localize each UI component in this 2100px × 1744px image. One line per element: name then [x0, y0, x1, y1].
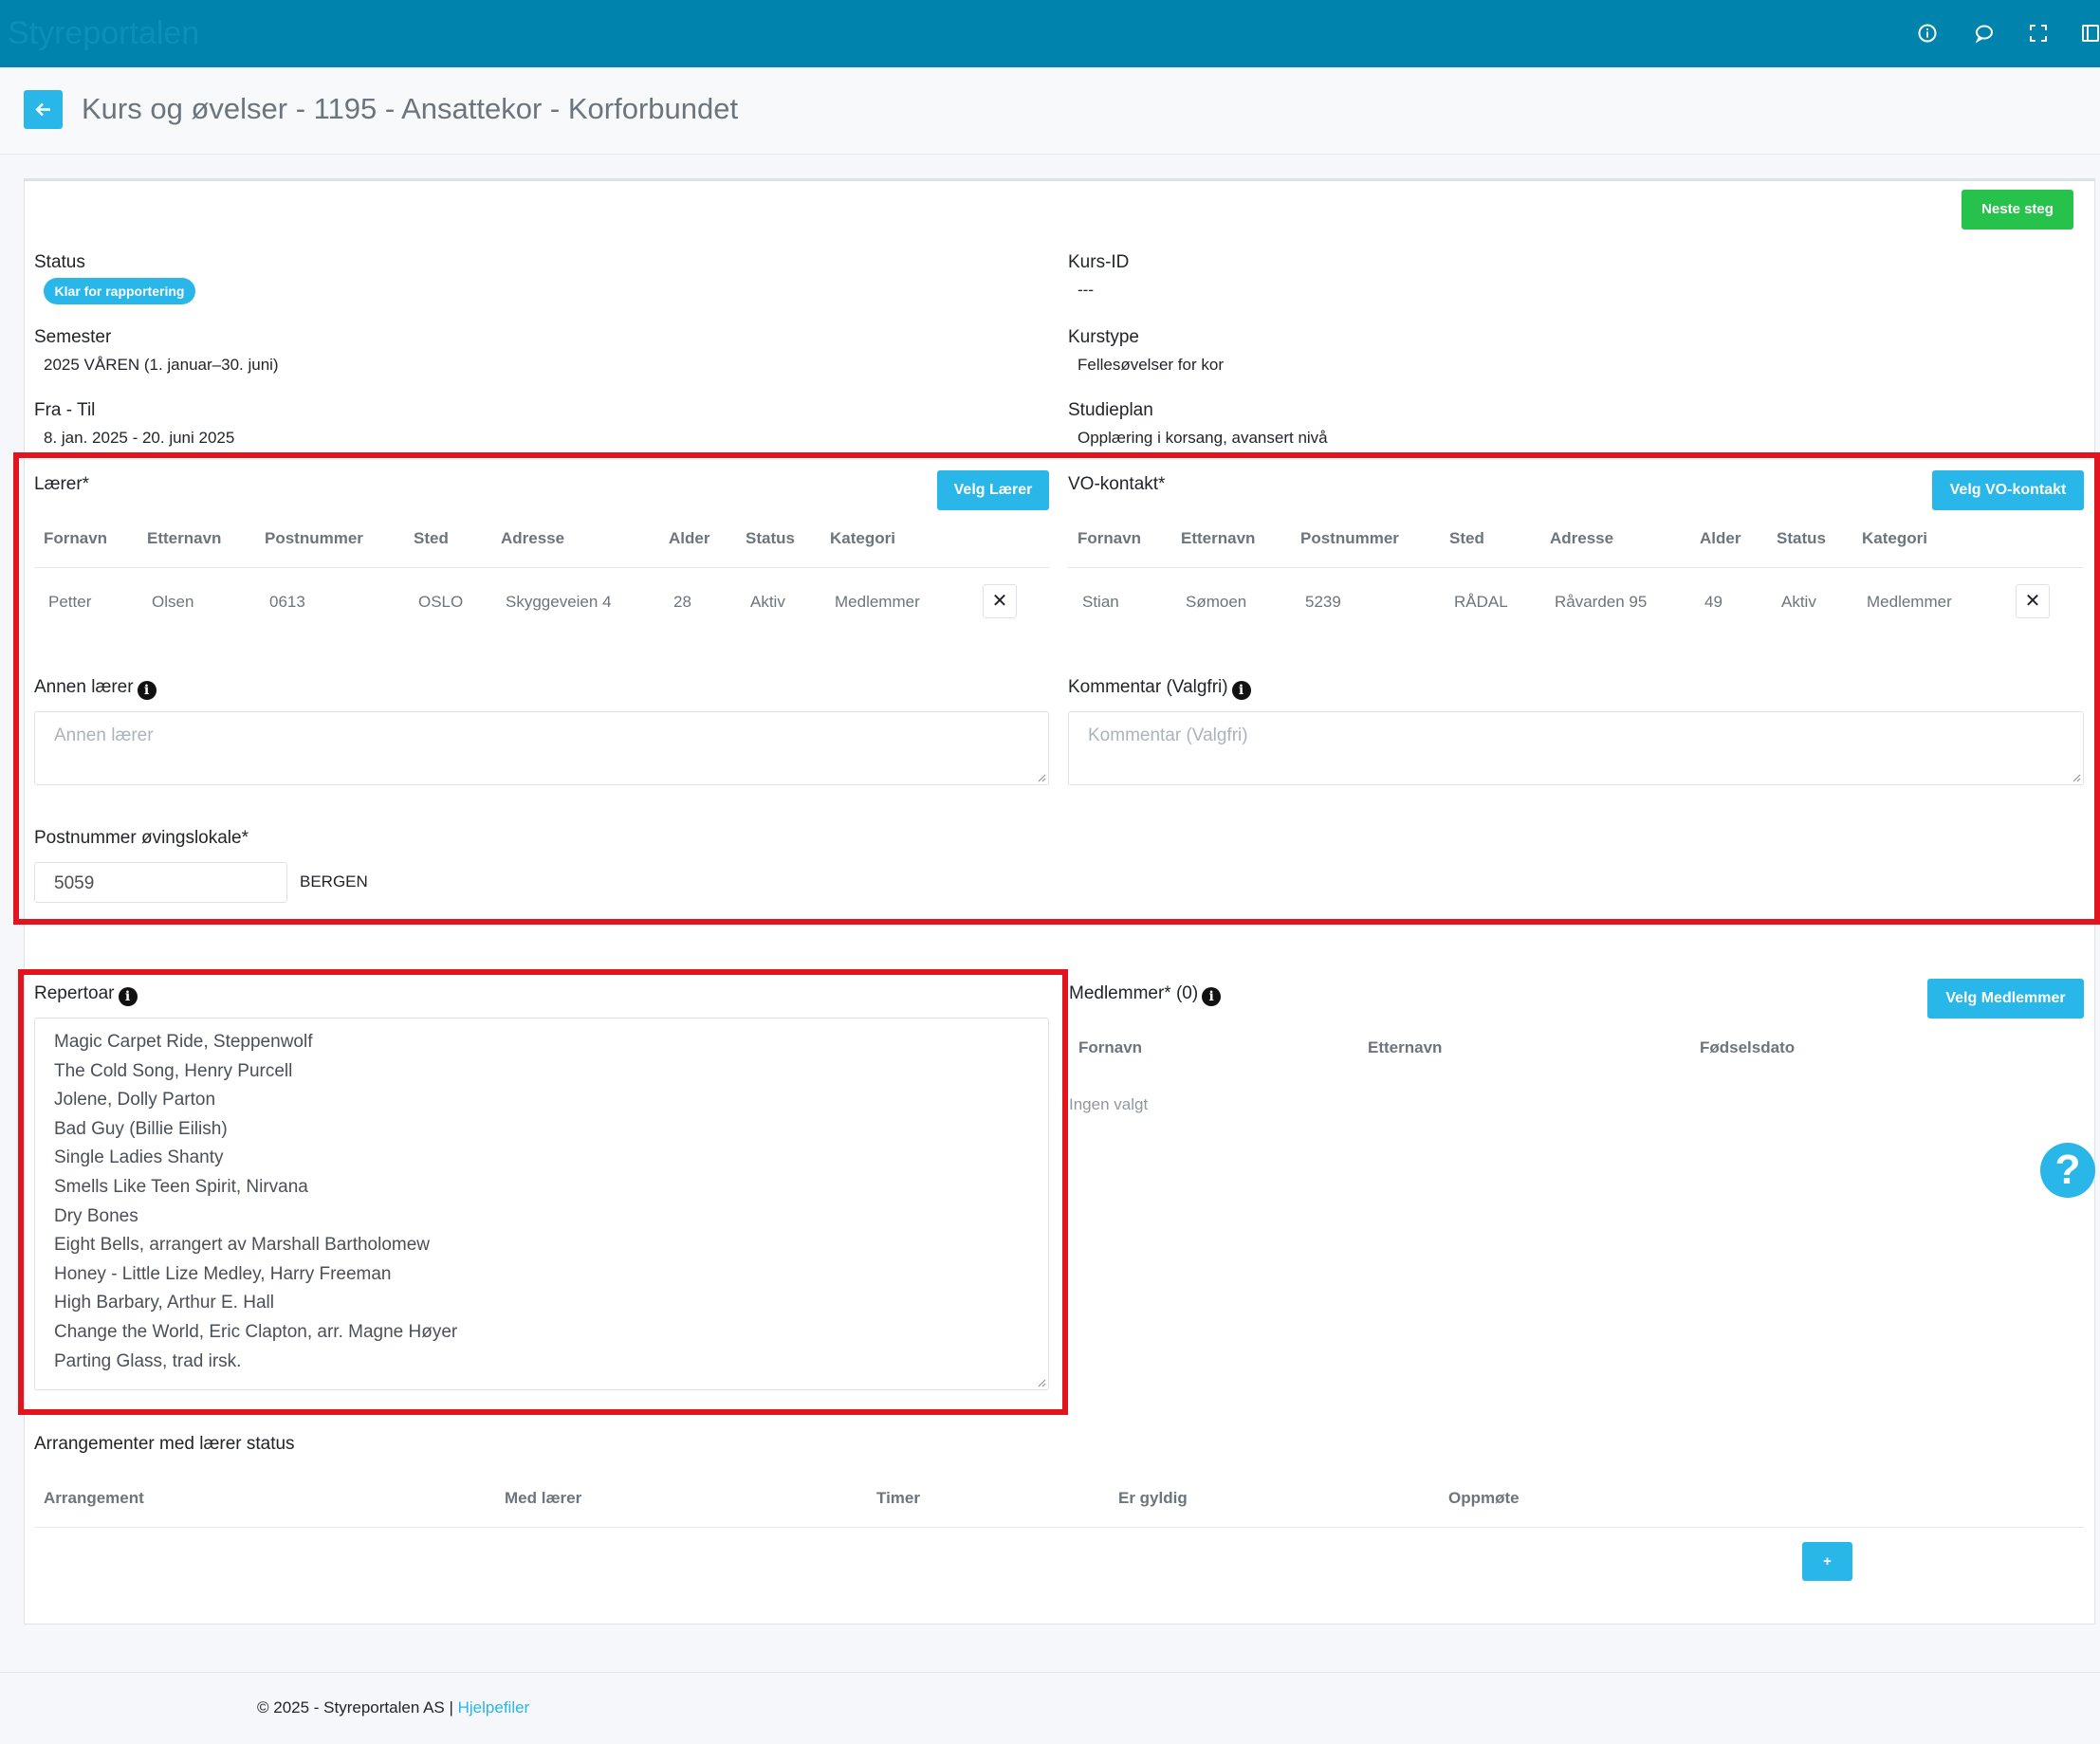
divider [34, 1527, 2084, 1528]
fullscreen-icon[interactable] [2028, 23, 2051, 46]
kurstype-label: Kurstype [1068, 327, 1139, 347]
arrow-left-icon [35, 102, 50, 117]
arr-col-oppmote: Oppmøte [1448, 1489, 1520, 1507]
members-label: Medlemmer* (0) i [1069, 983, 1222, 1006]
sidebar-toggle-icon[interactable] [2080, 23, 2100, 46]
status-label: Status [34, 252, 85, 272]
help-icon[interactable]: ? [2040, 1143, 2095, 1198]
arrangements-label: Arrangementer med lærer status [34, 1434, 295, 1454]
info-icon[interactable] [1917, 23, 1940, 46]
top-navbar: Styreportalen [0, 0, 2100, 67]
kurs-id-label: Kurs-ID [1068, 252, 1130, 272]
add-arrangement-button[interactable]: + [1802, 1542, 1852, 1581]
kurstype-value: Fellesøvelser for kor [1078, 356, 1224, 374]
page-header: Kurs og øvelser - 1195 - Ansattekor - Ko… [0, 67, 2100, 155]
fra-til-label: Fra - Til [34, 400, 96, 420]
arr-col-timer: Timer [876, 1489, 920, 1507]
highlight-box [18, 969, 1068, 1415]
info-icon[interactable]: i [1202, 987, 1222, 1006]
fra-til-value: 8. jan. 2025 - 20. juni 2025 [44, 429, 235, 447]
members-col-fornavn: Fornavn [1078, 1038, 1143, 1056]
kurs-id-value: --- [1078, 281, 1094, 299]
footer: © 2025 - Styreportalen AS | Hjelpefiler [0, 1672, 2100, 1744]
copyright-text: © 2025 - Styreportalen AS | [257, 1698, 453, 1716]
semester-value: 2025 VÅREN (1. januar–30. juni) [44, 356, 279, 374]
members-col-etternavn: Etternavn [1368, 1038, 1443, 1056]
arr-col-arrangement: Arrangement [44, 1489, 144, 1507]
select-members-button[interactable]: Velg Medlemmer [1927, 979, 2084, 1019]
members-empty-text: Ingen valgt [1069, 1095, 1149, 1113]
arr-col-med-laerer: Med lærer [505, 1489, 582, 1507]
semester-label: Semester [34, 327, 112, 347]
members-label-text: Medlemmer* (0) [1069, 983, 1199, 1003]
status-badge: Klar for rapportering [44, 278, 195, 304]
highlight-box [13, 452, 2100, 925]
back-button[interactable] [24, 90, 63, 129]
members-col-fodselsdato: Fødselsdato [1700, 1038, 1796, 1056]
page-title: Kurs og øvelser - 1195 - Ansattekor - Ko… [82, 92, 739, 125]
next-step-button[interactable]: Neste steg [1962, 190, 2073, 229]
chat-icon[interactable] [1974, 23, 1997, 46]
brand-logo[interactable]: Styreportalen [8, 15, 199, 52]
studieplan-label: Studieplan [1068, 400, 1153, 420]
arr-col-er-gyldig: Er gyldig [1118, 1489, 1188, 1507]
footer-text: © 2025 - Styreportalen AS | Hjelpefiler [257, 1698, 529, 1717]
studieplan-value: Opplæring i korsang, avansert nivå [1078, 429, 1328, 447]
help-files-link[interactable]: Hjelpefiler [458, 1698, 530, 1716]
